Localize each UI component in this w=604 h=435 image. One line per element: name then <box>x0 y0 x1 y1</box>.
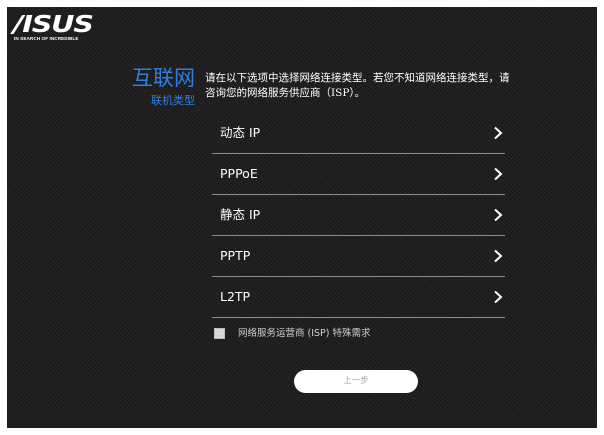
isp-special-checkbox[interactable] <box>214 328 225 339</box>
option-label: 静态 IP <box>220 207 261 222</box>
chevron-right-icon <box>494 249 503 263</box>
option-label: PPPoE <box>220 166 258 181</box>
chevron-right-icon <box>494 208 503 222</box>
setup-wizard-panel: /ISUS IN SEARCH OF INCREDIBLE 互联网 联机类型 请… <box>7 7 597 428</box>
option-pptp[interactable]: PPTP <box>212 236 505 277</box>
chevron-right-icon <box>494 167 503 181</box>
option-label: PPTP <box>220 248 251 263</box>
logo-wordmark: /ISUS <box>13 12 94 38</box>
option-dynamic-ip[interactable]: 动态 IP <box>212 113 505 154</box>
page-title: 互联网 <box>132 66 195 90</box>
option-l2tp[interactable]: L2TP <box>212 277 505 318</box>
option-label: L2TP <box>220 289 251 304</box>
option-label: 动态 IP <box>220 125 261 140</box>
option-pppoe[interactable]: PPPoE <box>212 154 505 195</box>
back-button[interactable]: 上一步 <box>294 370 418 393</box>
instruction-text: 请在以下选项中选择网络连接类型。若您不知道网络连接类型，请咨询您的网络服务供应商… <box>205 72 510 99</box>
connection-type-list: 动态 IP PPPoE 静态 IP PPTP L2TP <box>212 113 505 318</box>
option-static-ip[interactable]: 静态 IP <box>212 195 505 236</box>
asus-logo: /ISUS IN SEARCH OF INCREDIBLE <box>13 14 94 43</box>
logo-tagline: IN SEARCH OF INCREDIBLE <box>14 36 79 41</box>
chevron-right-icon <box>494 126 503 140</box>
isp-special-label: 网络服务运营商 (ISP) 特殊需求 <box>238 328 371 339</box>
chevron-right-icon <box>494 290 503 304</box>
page-subtitle: 联机类型 <box>151 94 195 107</box>
